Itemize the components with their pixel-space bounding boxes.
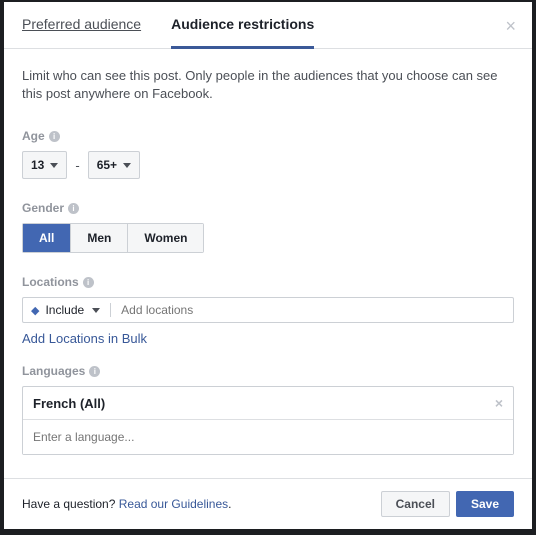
language-tag: French (All) × [23,387,513,420]
locations-label: Locations i [22,275,514,289]
tab-preferred-audience[interactable]: Preferred audience [22,16,141,48]
info-icon[interactable]: i [68,203,79,214]
pin-icon: ◆ [31,304,39,317]
age-label: Age i [22,129,514,143]
language-tag-text: French (All) [33,396,105,411]
remove-language-icon[interactable]: × [495,395,503,411]
age-dash: - [75,158,79,173]
languages-label-text: Languages [22,364,85,378]
audience-modal: Preferred audience Audience restrictions… [4,2,532,529]
age-max-select[interactable]: 65+ [88,151,140,179]
include-value: Include [45,303,84,317]
languages-label: Languages i [22,364,514,378]
info-icon[interactable]: i [83,277,94,288]
include-select[interactable]: Include [45,303,111,317]
age-max-value: 65+ [97,158,117,172]
age-min-value: 13 [31,158,44,172]
cancel-button[interactable]: Cancel [381,491,450,517]
footer-help-text: Have a question? Read our Guidelines. [22,497,231,511]
modal-body: Limit who can see this post. Only people… [4,49,532,478]
description-text: Limit who can see this post. Only people… [22,67,514,103]
age-min-select[interactable]: 13 [22,151,67,179]
info-icon[interactable]: i [89,366,100,377]
info-icon[interactable]: i [49,131,60,142]
locations-label-text: Locations [22,275,79,289]
close-icon[interactable]: × [505,16,516,37]
tab-audience-restrictions[interactable]: Audience restrictions [171,16,314,49]
locations-input[interactable] [121,303,505,317]
tabs: Preferred audience Audience restrictions… [4,2,532,49]
age-row: 13 - 65+ [22,151,514,179]
gender-label-text: Gender [22,201,64,215]
save-button[interactable]: Save [456,491,514,517]
guidelines-link[interactable]: Read our Guidelines [119,497,228,511]
languages-input[interactable] [23,420,513,454]
modal-footer: Have a question? Read our Guidelines. Ca… [4,478,532,529]
gender-label: Gender i [22,201,514,215]
gender-all-button[interactable]: All [23,224,71,252]
gender-women-button[interactable]: Women [128,224,203,252]
chevron-down-icon [123,163,131,168]
footer-buttons: Cancel Save [381,491,514,517]
chevron-down-icon [92,308,100,313]
footer-period: . [228,497,231,511]
languages-box: French (All) × [22,386,514,455]
add-locations-bulk-link[interactable]: Add Locations in Bulk [22,331,514,346]
locations-box: ◆ Include [22,297,514,323]
gender-toggle: All Men Women [22,223,204,253]
gender-men-button[interactable]: Men [71,224,128,252]
chevron-down-icon [50,163,58,168]
age-label-text: Age [22,129,45,143]
footer-question: Have a question? [22,497,119,511]
